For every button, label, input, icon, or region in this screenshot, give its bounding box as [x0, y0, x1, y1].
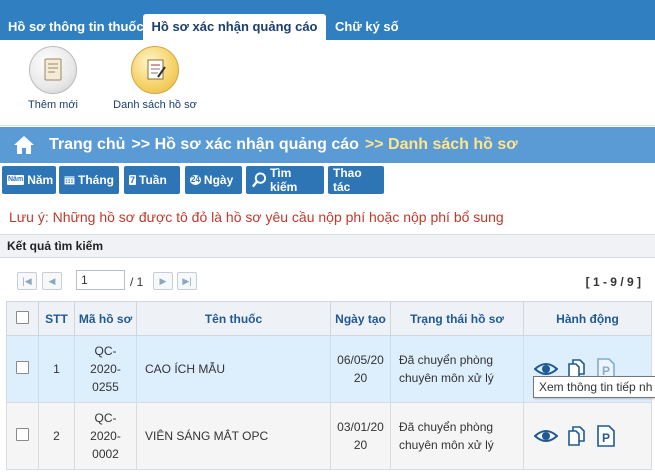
row-checkbox[interactable] — [16, 361, 29, 374]
filter-toolbar: Năm Năm Tháng 7 Tuần 24 Ngày Tìm kiếm Th… — [0, 164, 655, 196]
record-count: [ 1 - 9 / 9 ] — [585, 275, 641, 289]
col-stt: STT — [38, 301, 75, 336]
breadcrumb-level1[interactable]: >> Hồ sơ xác nhận quảng cáo — [131, 136, 358, 154]
row-ngay-tao: 06/05/20 20 — [330, 335, 391, 403]
tab-xac-nhan-quang-cao[interactable]: Hồ sơ xác nhận quảng cáo — [143, 14, 326, 40]
new-document-icon — [29, 46, 77, 94]
new-record-label: Thêm mới — [28, 99, 78, 111]
row-ngay-tao: 03/01/20 20 — [330, 402, 391, 470]
view-info-tooltip: Xem thông tin tiếp nh — [533, 376, 655, 398]
row-select-cell[interactable] — [6, 335, 39, 403]
filter-month-label: Tháng — [78, 173, 114, 187]
top-tab-bar: Hồ sơ thông tin thuốc Hồ sơ xác nhận quả… — [0, 0, 655, 40]
page-number-input[interactable]: 1 — [76, 270, 125, 290]
p-document-icon[interactable]: P — [596, 425, 616, 447]
breadcrumb-current: >> Danh sách hồ sơ — [364, 136, 518, 153]
select-all-cell[interactable] — [6, 301, 39, 336]
search-label: Tìm kiếm — [269, 166, 298, 194]
document-list-button[interactable]: Danh sách hồ sơ — [105, 46, 205, 111]
row-checkbox[interactable] — [16, 428, 29, 441]
row-select-cell[interactable] — [6, 402, 39, 470]
home-icon[interactable] — [13, 135, 35, 155]
pager: |◀ ◀ 1 / 1 ▶ ▶| [ 1 - 9 / 9 ] — [0, 266, 655, 296]
document-list-label: Danh sách hồ sơ — [113, 99, 197, 111]
col-hanh-dong: Hành động — [523, 301, 652, 336]
row-ma-ho-so: QC- 2020- 0002 — [74, 402, 137, 470]
svg-text:P: P — [602, 431, 610, 445]
tab-thong-tin-thuoc[interactable]: Hồ sơ thông tin thuốc — [0, 14, 152, 40]
filter-day-label: Ngày — [203, 173, 234, 187]
first-page-button[interactable]: |◀ — [17, 272, 37, 290]
filter-year-button[interactable]: Năm Năm — [2, 166, 56, 194]
filter-month-button[interactable]: Tháng — [59, 166, 119, 194]
last-page-button[interactable]: ▶| — [177, 272, 197, 290]
search-button[interactable]: Tìm kiếm — [246, 166, 324, 194]
row-actions: P — [523, 402, 652, 470]
magnifier-icon — [251, 172, 267, 188]
tab-chu-ky-so[interactable]: Chữ ký số — [327, 14, 407, 40]
breadcrumb-home[interactable]: Trang chủ — [49, 136, 125, 154]
actions-button[interactable]: Thao tác — [328, 166, 384, 194]
calendar-week-icon: 7 — [129, 175, 137, 185]
breadcrumb: Trang chủ >> Hồ sơ xác nhận quảng cáo >>… — [0, 127, 655, 163]
filter-week-label: Tuần — [139, 173, 167, 187]
row-ma-ho-so: QC- 2020- 0255 — [74, 335, 137, 403]
row-ten-thuoc: CAO ÍCH MẪU — [136, 335, 331, 403]
prev-page-button[interactable]: ◀ — [42, 272, 62, 290]
row-trang-thai: Đã chuyển phòng chuyên môn xử lý — [390, 402, 524, 470]
select-all-checkbox[interactable] — [16, 310, 29, 324]
calendar-year-icon: Năm — [7, 175, 25, 185]
eye-icon[interactable] — [534, 428, 558, 444]
col-ma-ho-so: Mã hồ sơ — [74, 301, 137, 336]
filter-week-button[interactable]: 7 Tuần — [124, 166, 180, 194]
actions-label: Thao tác — [333, 166, 362, 194]
col-trang-thai: Trạng thái hồ sơ — [390, 301, 524, 336]
page-total: / 1 — [130, 275, 144, 289]
clock-24-icon: 24 — [190, 175, 201, 185]
fee-note: Lưu ý: Những hồ sơ được tô đỏ là hồ sơ y… — [9, 209, 504, 225]
document-list-icon — [131, 46, 179, 94]
filter-year-label: Năm — [27, 173, 54, 187]
copy-icon[interactable] — [566, 425, 588, 447]
table-row[interactable]: 2 QC- 2020- 0002 VIÊN SÁNG MẮT OPC 03/01/2… — [6, 402, 652, 470]
col-ngay-tao: Ngày tạo — [330, 301, 391, 336]
filter-day-button[interactable]: 24 Ngày — [185, 166, 242, 194]
calendar-month-icon — [64, 176, 75, 185]
results-title: Kết quả tìm kiếm — [0, 234, 655, 258]
row-trang-thai: Đã chuyển phòng chuyên môn xử lý — [390, 335, 524, 403]
new-record-button[interactable]: Thêm mới — [18, 46, 88, 111]
next-page-button[interactable]: ▶ — [153, 272, 173, 290]
col-ten-thuoc: Tên thuốc — [136, 301, 331, 336]
eye-icon[interactable] — [534, 361, 558, 377]
row-ten-thuoc: VIÊN SÁNG MẮT OPC — [136, 402, 331, 470]
ribbon-toolbar: Thêm mới Danh sách hồ sơ — [0, 40, 655, 126]
row-stt: 1 — [38, 335, 75, 403]
row-stt: 2 — [38, 402, 75, 470]
